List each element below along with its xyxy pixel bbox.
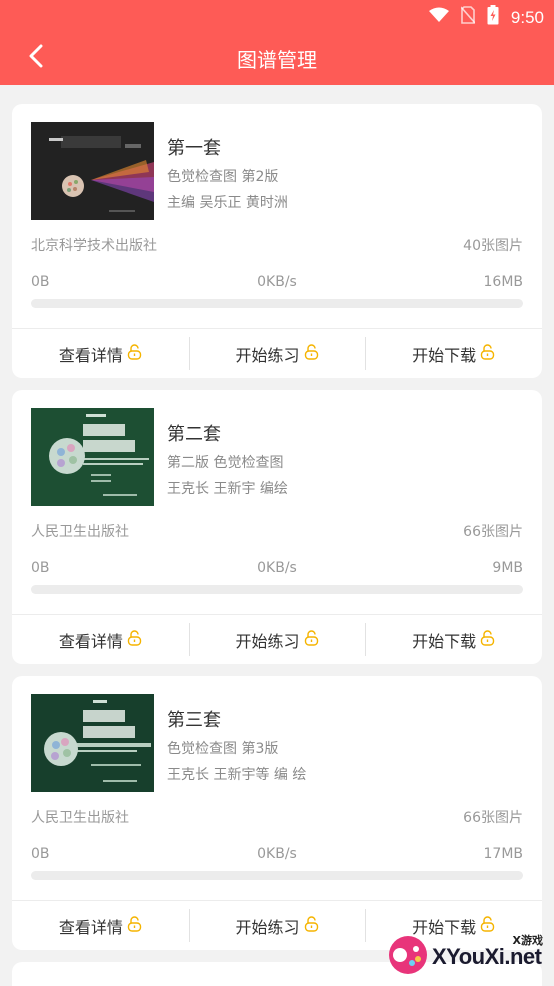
atlas-card-3: 第三套 色觉检查图 第3版 王克长 王新宇等 编 绘 人民卫生出版社 66张图片…: [12, 676, 542, 950]
lock-icon: [480, 343, 495, 364]
card-subtitle: 色觉检查图 第3版: [167, 741, 279, 757]
action-label: 查看详情: [58, 345, 123, 365]
atlas-card-2: 第二套 第二版 色觉检查图 王克长 王新宇 编绘 人民卫生出版社 66张图片 0…: [12, 390, 542, 664]
page-title: 图谱管理: [237, 48, 317, 72]
start-practice-button[interactable]: 开始练习: [188, 615, 366, 664]
download-progress-bar: [31, 585, 523, 594]
gamepad-logo-icon: [386, 934, 430, 980]
status-time: 9:50: [510, 7, 544, 27]
card-subtitle: 第二版 色觉检查图: [167, 455, 284, 471]
card-publisher: 人民卫生出版社: [31, 524, 129, 540]
action-label: 开始下载: [412, 345, 477, 365]
download-progress-bar: [31, 871, 523, 880]
card-title: 第三套: [167, 710, 221, 731]
app-header: 9:50 图谱管理: [0, 0, 554, 85]
action-label: 开始练习: [235, 917, 300, 937]
card-author: 王克长 王新宇 编绘: [167, 481, 288, 497]
no-sim-icon: [460, 6, 476, 29]
nav-bar: 图谱管理: [0, 32, 554, 85]
card-title: 第二套: [167, 424, 221, 445]
lock-icon: [304, 629, 319, 650]
watermark-text: XYouXi.net: [432, 944, 542, 969]
download-speed: 0KB/s: [257, 560, 297, 576]
lock-icon: [304, 915, 319, 936]
action-label: 查看详情: [58, 917, 123, 937]
card-image-count: 66张图片: [463, 810, 523, 826]
card-author: 主编 吴乐正 黄时洲: [167, 195, 288, 211]
card-publisher: 北京科学技术出版社: [31, 238, 157, 254]
view-details-button[interactable]: 查看详情: [12, 329, 189, 378]
lock-icon: [127, 915, 142, 936]
start-download-button[interactable]: 开始下载: [365, 615, 542, 664]
action-label: 查看详情: [58, 631, 123, 651]
status-icons: 9:50: [428, 5, 544, 30]
book-cover-image: [31, 694, 154, 792]
lock-icon: [127, 343, 142, 364]
card-publisher: 人民卫生出版社: [31, 810, 129, 826]
card-image-count: 40张图片: [463, 238, 523, 254]
card-image-count: 66张图片: [463, 524, 523, 540]
lock-icon: [480, 629, 495, 650]
status-bar: 9:50: [0, 0, 554, 32]
action-label: 开始练习: [235, 631, 300, 651]
download-stats: 0B 0KB/s 17MB: [31, 846, 523, 864]
book-cover-image: [31, 122, 154, 220]
download-speed: 0KB/s: [257, 274, 297, 290]
book-cover-image: [31, 408, 154, 506]
site-watermark: X游戏 XYouXi.net: [384, 928, 549, 980]
wifi-icon: [428, 7, 449, 28]
card-actions: 查看详情 开始练习 开始下载: [12, 615, 542, 664]
view-details-button[interactable]: 查看详情: [12, 615, 189, 664]
view-details-button[interactable]: 查看详情: [12, 901, 189, 950]
download-speed: 0KB/s: [257, 846, 297, 862]
lock-icon: [304, 343, 319, 364]
card-author: 王克长 王新宇等 编 绘: [167, 767, 307, 783]
download-progress-bar: [31, 299, 523, 308]
atlas-card-1: 第一套 色觉检查图 第2版 主编 吴乐正 黄时洲 北京科学技术出版社 40张图片…: [12, 104, 542, 378]
lock-icon: [127, 629, 142, 650]
start-practice-button[interactable]: 开始练习: [188, 901, 366, 950]
card-title: 第一套: [167, 138, 221, 159]
total-size: 9MB: [492, 560, 523, 576]
download-stats: 0B 0KB/s 9MB: [31, 560, 523, 578]
battery-icon: [487, 5, 499, 30]
card-actions: 查看详情 开始练习 开始下载: [12, 329, 542, 378]
start-download-button[interactable]: 开始下载: [365, 329, 542, 378]
total-size: 17MB: [483, 846, 524, 862]
action-label: 开始练习: [235, 345, 300, 365]
total-size: 16MB: [483, 274, 524, 290]
action-label: 开始下载: [412, 631, 477, 651]
card-subtitle: 色觉检查图 第2版: [167, 169, 279, 185]
download-stats: 0B 0KB/s 16MB: [31, 274, 523, 292]
start-practice-button[interactable]: 开始练习: [188, 329, 366, 378]
